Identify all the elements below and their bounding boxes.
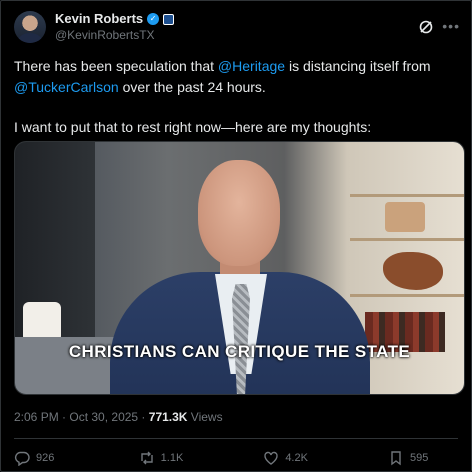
more-options-icon[interactable]: ••• bbox=[442, 18, 460, 34]
shelf bbox=[350, 294, 464, 297]
author-block: Kevin Roberts ✓ @KevinRobertsTX bbox=[55, 11, 175, 43]
shelf bbox=[350, 194, 464, 197]
author-name[interactable]: Kevin Roberts bbox=[55, 11, 143, 27]
author-handle[interactable]: @KevinRobertsTX bbox=[55, 27, 174, 43]
post-time[interactable]: 2:06 PM bbox=[14, 410, 59, 424]
shelf-decor bbox=[383, 252, 443, 290]
name-row: Kevin Roberts ✓ bbox=[55, 11, 175, 27]
action-bar: 926 1.1K 4.2K 595 bbox=[14, 450, 458, 466]
tweet-header: Kevin Roberts ✓ @KevinRobertsTX ••• bbox=[14, 10, 462, 44]
tweet-text-segment: over the past 24 hours. bbox=[118, 79, 266, 95]
video-player[interactable]: CHRISTIANS CAN CRITIQUE THE STATE bbox=[14, 141, 465, 395]
like-button[interactable]: 4.2K bbox=[263, 450, 343, 466]
tweet-text-segment: There has been speculation that bbox=[14, 58, 218, 74]
like-count: 4.2K bbox=[285, 452, 308, 464]
heritage-affiliate-icon[interactable] bbox=[163, 13, 175, 25]
bookmark-count: 595 bbox=[409, 452, 429, 464]
grok-icon[interactable] bbox=[418, 19, 434, 35]
post-date[interactable]: Oct 30, 2025 bbox=[69, 410, 138, 424]
meta-separator: · bbox=[138, 410, 149, 424]
video-caption: CHRISTIANS CAN CRITIQUE THE STATE bbox=[68, 342, 411, 361]
meta-separator: · bbox=[58, 410, 70, 424]
bookmark-icon bbox=[391, 451, 401, 466]
reply-icon bbox=[14, 451, 30, 466]
repost-icon bbox=[140, 451, 153, 465]
repost-count: 1.1K bbox=[160, 452, 184, 464]
reply-button[interactable]: 926 bbox=[14, 450, 94, 466]
tweet-paragraph-2: I want to put that to rest right now—her… bbox=[14, 119, 372, 135]
speaker-head bbox=[198, 160, 280, 266]
divider bbox=[14, 438, 458, 439]
views-count: 771.3K bbox=[148, 410, 188, 424]
repost-button[interactable]: 1.1K bbox=[139, 450, 219, 466]
mention-heritage-link[interactable]: @Heritage bbox=[218, 58, 285, 74]
shelf bbox=[350, 238, 464, 241]
mention-tuckercarlson-link[interactable]: @TuckerCarlson bbox=[14, 79, 119, 95]
heart-icon bbox=[264, 451, 279, 465]
bookmark-button[interactable]: 595 bbox=[388, 450, 458, 466]
tweet-paragraph-1: There has been speculation that @Heritag… bbox=[14, 56, 454, 98]
views-label: Views bbox=[187, 410, 223, 424]
verified-badge-icon: ✓ bbox=[147, 13, 160, 25]
avatar[interactable] bbox=[14, 11, 46, 43]
shelf-decor bbox=[385, 202, 425, 232]
background-pillow bbox=[23, 302, 61, 342]
reply-count: 926 bbox=[36, 452, 55, 464]
tweet-text-segment: is distancing itself from bbox=[285, 58, 431, 74]
tweet-meta: 2:06 PM · Oct 30, 2025 · 771.3K Views bbox=[14, 410, 223, 424]
